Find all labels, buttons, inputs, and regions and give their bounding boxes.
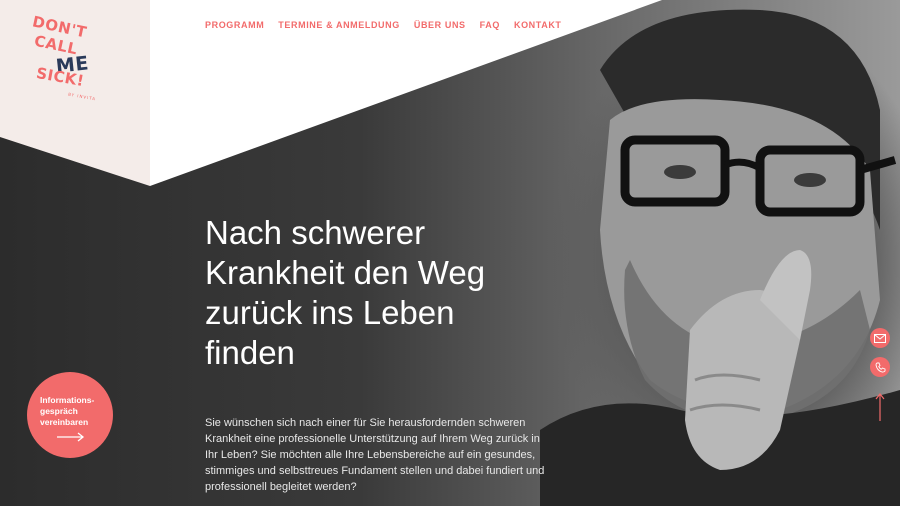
- nav-programm[interactable]: PROGRAMM: [205, 20, 264, 30]
- hero-headline: Nach schwerer Krankheit den Weg zurück i…: [205, 213, 525, 373]
- mail-button[interactable]: [870, 328, 890, 348]
- arrow-right-icon: [57, 432, 85, 442]
- scroll-top-button[interactable]: [874, 392, 886, 422]
- headline-line-3: zurück ins Leben: [205, 294, 455, 331]
- cta-line-3: vereinbaren: [40, 417, 89, 427]
- nav-termine-anmeldung[interactable]: TERMINE & ANMELDUNG: [278, 20, 400, 30]
- cta-line-1: Informations-: [40, 395, 95, 405]
- mail-icon: [874, 333, 886, 343]
- headline-line-4: finden: [205, 334, 295, 371]
- cta-label: Informations- gespräch vereinbaren: [40, 395, 110, 428]
- cta-line-2: gespräch: [40, 406, 78, 416]
- logo[interactable]: DON'T CALL ME SICK! BY INVITA: [30, 12, 110, 108]
- headline-line-2: Krankheit den Weg: [205, 254, 486, 291]
- nav-kontakt[interactable]: KONTAKT: [514, 20, 562, 30]
- headline-line-1: Nach schwerer: [205, 214, 426, 251]
- phone-button[interactable]: [870, 357, 890, 377]
- logo-subline: BY INVITA: [67, 91, 97, 102]
- arrow-up-icon: [875, 393, 885, 421]
- nav-faq[interactable]: FAQ: [480, 20, 500, 30]
- info-call-button[interactable]: Informations- gespräch vereinbaren: [27, 372, 113, 458]
- main-nav: PROGRAMM TERMINE & ANMELDUNG ÜBER UNS FA…: [205, 20, 562, 30]
- nav-ueber-uns[interactable]: ÜBER UNS: [414, 20, 466, 30]
- hero-intro-text: Sie wünschen sich nach einer für Sie her…: [205, 417, 545, 493]
- phone-icon: [875, 362, 885, 372]
